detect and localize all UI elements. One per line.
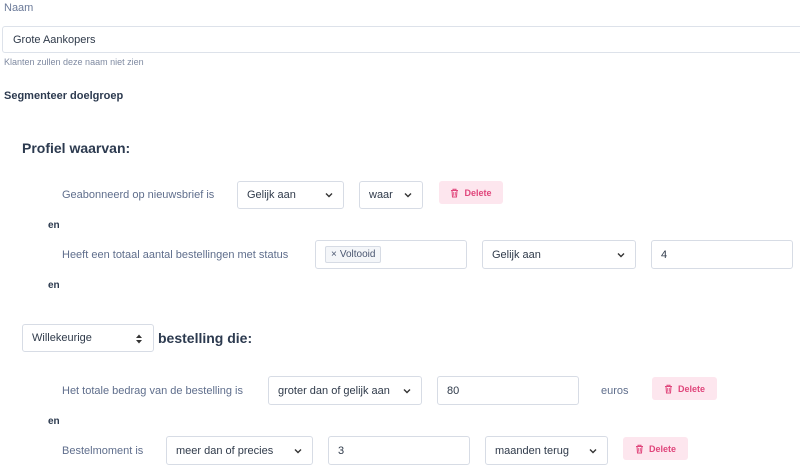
name-input[interactable]: Grote Aankopers [2, 26, 800, 53]
operator-select-value: Gelijk aan [492, 248, 541, 261]
delete-button-order-moment[interactable]: Delete [623, 437, 688, 460]
connector-and: en [48, 220, 60, 231]
condition-label-newsletter: Geabonneerd op nieuwsbrief is [62, 189, 215, 201]
trash-icon [450, 188, 459, 198]
chevron-down-icon [402, 386, 412, 396]
trash-icon [664, 384, 673, 394]
order-total-value: 80 [447, 384, 460, 397]
chevron-down-icon [616, 250, 626, 260]
delete-button-newsletter[interactable]: Delete [439, 181, 503, 204]
operator-select-value: meer dan of precies [176, 444, 274, 457]
status-tag: × Voltooid [325, 246, 382, 263]
chevron-down-icon [403, 190, 413, 200]
name-hint: Klanten zullen deze naam niet zien [4, 57, 144, 67]
time-unit-value: maanden terug [495, 444, 569, 457]
trash-icon [635, 444, 644, 454]
value-select-newsletter[interactable]: waar [359, 181, 423, 209]
profile-heading: Profiel waarvan: [22, 140, 131, 156]
status-multiselect[interactable]: × Voltooid [315, 240, 467, 269]
chevron-down-icon [293, 446, 303, 456]
order-total-input[interactable]: 80 [437, 376, 579, 405]
operator-select-value: groter dan of gelijk aan [278, 384, 390, 397]
time-unit-select[interactable]: maanden terug [485, 436, 608, 465]
delete-button-label: Delete [648, 443, 676, 454]
condition-label-order-count: Heeft een totaal aantal bestellingen met… [62, 249, 289, 261]
chevron-down-icon [588, 446, 598, 456]
name-input-value: Grote Aankopers [13, 33, 96, 46]
condition-label-order-total: Het totale bedrag van de bestelling is [62, 385, 244, 397]
operator-select-newsletter[interactable]: Gelijk aan [237, 181, 344, 209]
operator-select-order-moment[interactable]: meer dan of precies [166, 436, 313, 465]
condition-label-order-moment: Bestelmoment is [62, 445, 144, 457]
delete-button-label: Delete [464, 187, 492, 198]
order-moment-input[interactable]: 3 [328, 436, 470, 465]
operator-select-order-total[interactable]: groter dan of gelijk aan [268, 376, 422, 405]
connector-and: en [48, 280, 60, 291]
order-heading: bestelling die: [158, 330, 253, 346]
chevron-down-icon [324, 190, 334, 200]
tag-remove-icon[interactable]: × [331, 249, 337, 260]
currency-unit: euros [601, 385, 629, 397]
order-quantifier-select[interactable]: Willekeurige [22, 324, 154, 352]
operator-select-order-count[interactable]: Gelijk aan [482, 240, 636, 269]
order-count-input[interactable]: 4 [651, 240, 793, 269]
order-quantifier-value: Willekeurige [32, 332, 92, 344]
status-tag-label: Voltooid [339, 249, 376, 260]
order-count-value: 4 [661, 248, 668, 261]
sort-arrows-icon [134, 333, 144, 344]
value-select-value: waar [369, 189, 393, 201]
delete-button-order-total[interactable]: Delete [652, 377, 717, 400]
operator-select-value: Gelijk aan [247, 189, 296, 201]
order-moment-value: 3 [338, 444, 345, 457]
name-label: Naam [4, 2, 34, 14]
delete-button-label: Delete [677, 383, 705, 394]
connector-and: en [48, 416, 60, 427]
segment-title: Segmenteer doelgroep [4, 90, 124, 102]
